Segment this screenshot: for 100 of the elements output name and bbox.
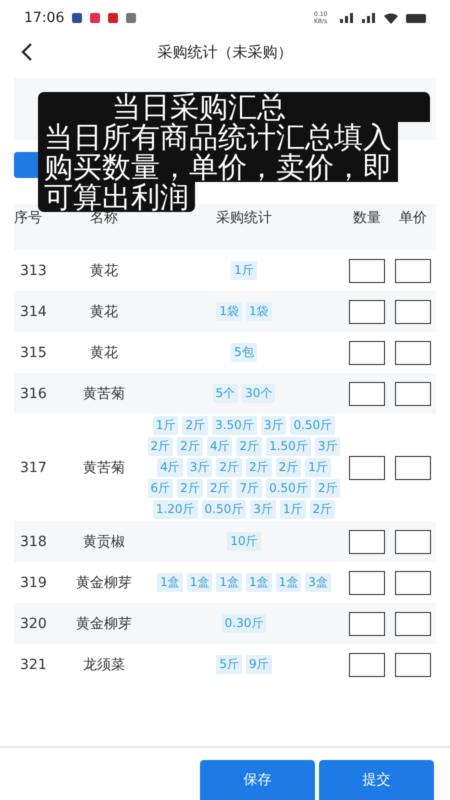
- caption-tooltip: 购买数量，单价，卖价，即: [38, 152, 398, 182]
- quantity-tag: 5包: [231, 343, 257, 362]
- quantity-input[interactable]: [349, 456, 385, 480]
- quantity-tag: 2斤: [148, 437, 174, 456]
- price-input[interactable]: [395, 456, 431, 480]
- row-number: 316: [19, 386, 48, 402]
- quantity-tag: 4斤: [206, 437, 232, 456]
- quantity-tag: 3斤: [260, 416, 286, 435]
- caption-tooltip: 可算出利润: [38, 182, 195, 212]
- submit-button[interactable]: 提交: [319, 760, 434, 800]
- page-title: 采购统计（未采购）: [156, 42, 294, 62]
- quantity-tag: 2斤: [206, 479, 232, 498]
- quantity-tag: 4斤: [157, 458, 183, 477]
- caption-tooltip: 当日所有商品统计汇总填入: [38, 122, 398, 152]
- quantity-tag: 5个: [212, 384, 238, 403]
- quantity-tag: 1袋: [216, 302, 242, 321]
- quantity-input[interactable]: [349, 652, 385, 676]
- quantity-tag: 2斤: [236, 437, 262, 456]
- column-header: 数量: [352, 209, 382, 227]
- quantity-tag: 1盒: [216, 573, 242, 592]
- app-icon: [126, 13, 136, 23]
- quantity-tag: 0.50斤: [266, 479, 311, 498]
- quantity-tag: 0.50斤: [290, 416, 336, 435]
- signal-icon: [362, 13, 376, 23]
- row-number: 317: [19, 460, 48, 476]
- quantity-tag: 1斤: [231, 261, 257, 280]
- quantity-input[interactable]: [349, 382, 385, 406]
- caption-tooltip: 当日采购汇总: [38, 92, 430, 122]
- quantity-tag: 3盒: [305, 573, 331, 592]
- price-input[interactable]: [395, 612, 431, 636]
- price-input[interactable]: [395, 340, 431, 364]
- wifi-icon: [384, 12, 398, 24]
- product-name: 黄贡椒: [82, 532, 126, 550]
- row-number: 319: [19, 574, 48, 590]
- quantity-tag: 3斤: [314, 437, 340, 456]
- quantity-input[interactable]: [349, 612, 385, 636]
- quantity-tag: 1盒: [246, 573, 272, 592]
- battery-icon: [406, 14, 426, 22]
- row-number: 313: [19, 262, 48, 278]
- quantity-tag: 2斤: [177, 437, 203, 456]
- quantity-input[interactable]: [349, 340, 385, 364]
- quantity-tag: 1斤: [280, 500, 306, 519]
- quantity-tag: 3斤: [186, 458, 212, 477]
- quantity-tag: 0.30斤: [222, 614, 266, 633]
- price-input[interactable]: [395, 530, 431, 554]
- quantity-tag: 2斤: [314, 479, 340, 498]
- quantity-tag: 1袋: [246, 302, 272, 321]
- product-name: 黄花: [89, 344, 119, 362]
- column-header: 单价: [398, 209, 428, 227]
- quantity-tag: 3.50斤: [212, 416, 257, 435]
- app-icon: [90, 13, 100, 23]
- quantity-input[interactable]: [349, 258, 385, 282]
- quantity-tag: 0.50斤: [202, 500, 246, 519]
- quantity-tag: 10斤: [227, 532, 261, 551]
- save-button[interactable]: 保存: [200, 760, 315, 800]
- quantity-tag: 2斤: [177, 479, 203, 498]
- price-input[interactable]: [395, 652, 431, 676]
- quantity-tag: 2斤: [182, 416, 208, 435]
- row-number: 321: [19, 656, 48, 672]
- app-icon: [108, 13, 118, 23]
- row-number: 318: [19, 534, 48, 550]
- quantity-tag: 1.20斤: [152, 500, 198, 519]
- price-input[interactable]: [395, 258, 431, 282]
- quantity-tag: 2斤: [246, 458, 272, 477]
- quantity-tag: 2斤: [310, 500, 336, 519]
- row-number: 320: [19, 616, 48, 632]
- back-button[interactable]: [20, 42, 34, 62]
- quantity-tag: 1斤: [152, 416, 178, 435]
- product-name: 黄苦菊: [82, 458, 126, 476]
- quantity-tag: 2斤: [216, 458, 242, 477]
- price-input[interactable]: [395, 570, 431, 594]
- quantity-tag: 3斤: [250, 500, 276, 519]
- row-number: 314: [19, 304, 48, 320]
- quantity-tag: 7斤: [236, 479, 262, 498]
- column-header: 名称: [90, 210, 119, 227]
- quantity-input[interactable]: [349, 570, 385, 594]
- quantity-input[interactable]: [349, 300, 385, 324]
- quantity-tag: 2斤: [276, 458, 302, 477]
- product-name: 黄花: [89, 262, 119, 280]
- product-name: 龙须菜: [82, 656, 126, 674]
- quantity-tag: 1盒: [186, 573, 212, 592]
- row-number: 315: [19, 344, 48, 360]
- quantity-input[interactable]: [349, 530, 385, 554]
- product-name: 黄花: [89, 302, 119, 320]
- column-header: 采购统计: [215, 209, 273, 227]
- quantity-tag: 9斤: [246, 655, 272, 674]
- quantity-tag: 1盒: [157, 573, 183, 592]
- quantity-tag: 5斤: [216, 655, 242, 674]
- quantity-tag: 6斤: [148, 479, 174, 498]
- product-name: 黄苦菊: [82, 384, 126, 402]
- product-name: 黄金柳芽: [75, 614, 133, 632]
- app-icon: [72, 13, 82, 23]
- quantity-tag: 1盒: [276, 573, 302, 592]
- price-input[interactable]: [395, 382, 431, 406]
- quantity-tag: 30个: [242, 384, 276, 403]
- signal-icon: [340, 13, 354, 23]
- price-input[interactable]: [395, 300, 431, 324]
- quantity-tag: 1斤: [305, 458, 331, 477]
- status-time: 17:06: [24, 10, 64, 26]
- column-header: 序号: [14, 209, 43, 227]
